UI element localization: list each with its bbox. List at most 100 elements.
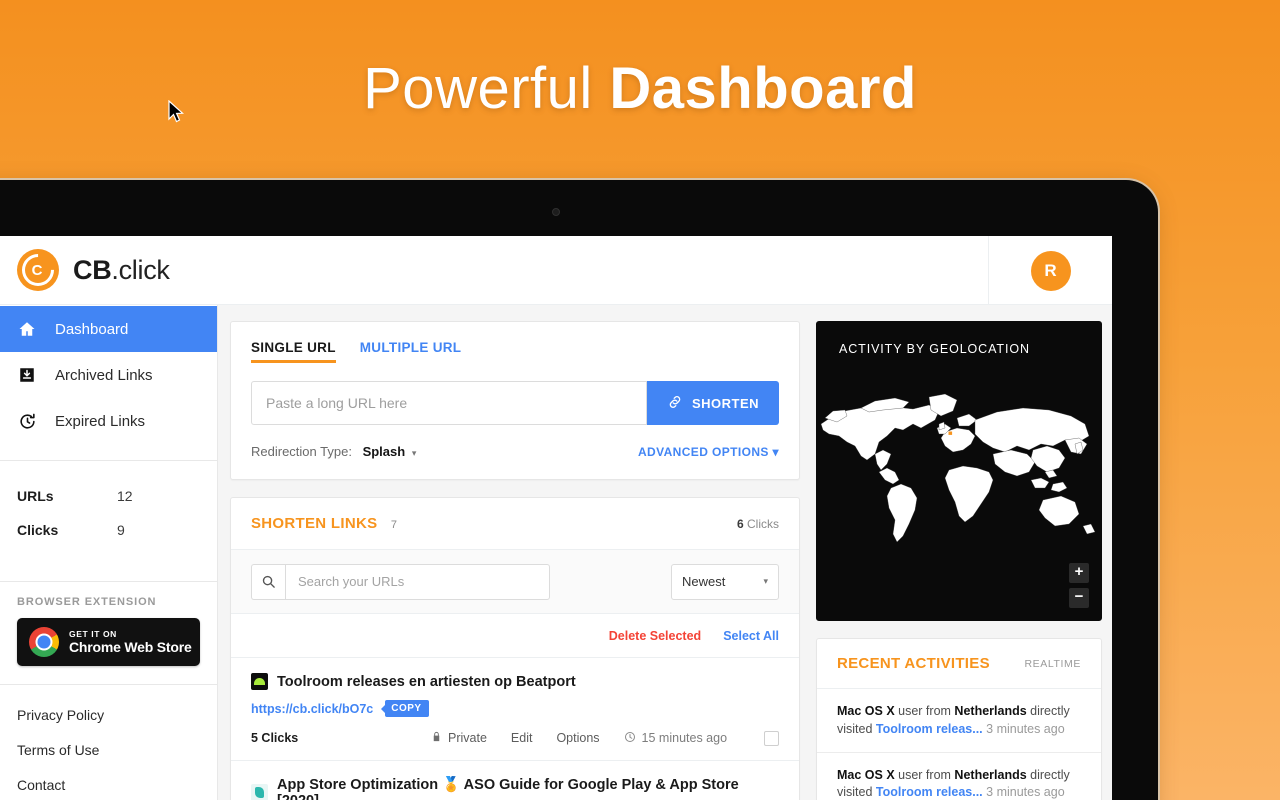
- tab-single-url[interactable]: SINGLE URL: [251, 340, 336, 363]
- footer-link-terms-of-use[interactable]: Terms of Use: [0, 732, 217, 767]
- short-url-link[interactable]: https://cb.click/bO7c: [251, 702, 373, 716]
- link-url-row: https://cb.click/bO7c COPY: [251, 700, 779, 717]
- activity-os: Mac OS X: [837, 704, 895, 718]
- stat-value: 9: [117, 522, 125, 538]
- search-field-group: [251, 563, 550, 600]
- table-row: Toolroom releases en artiesten op Beatpo…: [231, 658, 799, 761]
- redirection-type-group[interactable]: Redirection Type: Splash ▾: [251, 444, 416, 459]
- sort-dropdown[interactable]: Newest ▾: [671, 563, 779, 600]
- table-row: App Store Optimization 🏅 ASO Guide for G…: [231, 761, 799, 800]
- zoom-out-button[interactable]: −: [1069, 588, 1089, 608]
- sidebar-item-dashboard[interactable]: Dashboard: [0, 306, 217, 352]
- shorten-links-title-group: SHORTEN LINKS 7: [251, 515, 397, 533]
- long-url-input[interactable]: [251, 381, 647, 425]
- promo-headline: Powerful Dashboard: [0, 55, 1280, 122]
- zoom-in-button[interactable]: +: [1069, 563, 1089, 583]
- brand-wordmark-rest: .click: [111, 254, 170, 285]
- shorten-links-card: SHORTEN LINKS 7 6 Clicks Search your URL…: [230, 497, 800, 800]
- footer-link-privacy-policy[interactable]: Privacy Policy: [0, 697, 217, 732]
- tablet-device-frame: C CB.click R Dashboard Archived Links Ex…: [0, 178, 1160, 800]
- cb-click-logo-icon: C: [17, 249, 59, 291]
- main-left-column: SINGLE URL MULTIPLE URL Paste a long URL…: [230, 321, 800, 800]
- shorten-button-label: SHORTEN: [691, 395, 760, 411]
- total-clicks-word: Clicks: [747, 516, 779, 531]
- row-checkbox[interactable]: [764, 730, 779, 746]
- recent-activities-card: RECENT ACTIVITIES REALTIME Mac OS X user…: [816, 638, 1102, 800]
- advanced-options-label: ADVANCED OPTIONS: [637, 445, 769, 459]
- chevron-down-icon: ▾: [768, 445, 779, 459]
- brand-logo-block[interactable]: C CB.click: [0, 249, 170, 291]
- url-mode-tabs: SINGLE URL MULTIPLE URL: [251, 340, 779, 363]
- archive-icon: [17, 365, 37, 385]
- link-title[interactable]: App Store Optimization 🏅 ASO Guide for G…: [277, 776, 779, 800]
- activity-mid-text: user from: [894, 704, 955, 718]
- list-item: Mac OS X user from Netherlands directly …: [817, 751, 1101, 800]
- link-edit-button[interactable]: Edit: [511, 731, 533, 745]
- total-clicks: 6 Clicks: [737, 517, 779, 531]
- search-input[interactable]: [285, 563, 550, 600]
- chevron-down-icon: ▾: [411, 448, 417, 458]
- link-meta-row: 5 Clicks Private Edit Options 15 minutes…: [251, 730, 779, 746]
- link-title-row: App Store Optimization 🏅 ASO Guide for G…: [251, 776, 779, 800]
- link-privacy-status[interactable]: Private: [431, 730, 487, 746]
- activity-country: Netherlands: [954, 767, 1027, 782]
- activity-mid-text: user from: [894, 767, 955, 782]
- links-search-bar: Newest ▾: [231, 550, 799, 614]
- sidebar: Dashboard Archived Links Expired Links U…: [0, 305, 218, 800]
- activity-os: Mac OS X: [837, 767, 895, 782]
- promo-headline-bold: Dashboard: [609, 56, 917, 121]
- chrome-web-store-button[interactable]: GET IT ON Chrome Web Store: [17, 618, 200, 666]
- sidebar-item-label: Dashboard: [55, 320, 129, 338]
- realtime-badge: REALTIME: [1024, 657, 1081, 670]
- tab-multiple-url[interactable]: MULTIPLE URL: [360, 340, 462, 363]
- link-icon: [667, 394, 683, 413]
- chrome-icon: [29, 627, 59, 657]
- activity-link[interactable]: Toolroom releas...: [876, 785, 983, 799]
- redirection-type-value: Splash: [362, 444, 406, 459]
- link-clicks-count: 5 Clicks: [251, 731, 299, 745]
- chrome-badge-main-label: Chrome Web Store: [69, 639, 192, 655]
- copy-button[interactable]: COPY: [385, 700, 429, 717]
- stat-value: 12: [117, 488, 133, 504]
- delete-selected-button[interactable]: Delete Selected: [609, 629, 701, 643]
- page-title: SHORTEN LINKS: [251, 514, 378, 532]
- chrome-badge-small-label: GET IT ON: [69, 629, 117, 639]
- world-map[interactable]: [817, 384, 1102, 544]
- link-timestamp: 15 minutes ago: [624, 731, 727, 746]
- sidebar-item-expired-links[interactable]: Expired Links: [0, 398, 217, 444]
- activity-country: Netherlands: [954, 704, 1027, 718]
- stat-label: URLs: [17, 488, 54, 504]
- link-title[interactable]: Toolroom releases en artiesten op Beatpo…: [277, 674, 576, 690]
- link-time-label: 15 minutes ago: [641, 731, 728, 745]
- url-input-row: SHORTEN: [251, 381, 779, 425]
- promo-headline-light: Powerful: [363, 56, 610, 121]
- clock-icon: [624, 731, 636, 746]
- account-area[interactable]: R: [988, 236, 1112, 305]
- avatar[interactable]: R: [1030, 250, 1071, 291]
- advanced-options-toggle[interactable]: ADVANCED OPTIONS ▾: [638, 444, 779, 459]
- link-privacy-label: Private: [448, 731, 487, 745]
- link-title-row: Toolroom releases en artiesten op Beatpo…: [251, 673, 779, 690]
- select-all-button[interactable]: Select All: [723, 629, 779, 643]
- bulk-actions-bar: Delete Selected Select All: [231, 614, 799, 658]
- redirection-type-label: Redirection Type:: [251, 444, 352, 459]
- search-icon: [251, 563, 285, 600]
- activity-timestamp: 3 minutes ago: [986, 785, 1065, 800]
- map-title: ACTIVITY BY GEOLOCATION: [839, 342, 1030, 356]
- home-icon: [17, 319, 37, 339]
- sidebar-item-archived-links[interactable]: Archived Links: [0, 352, 217, 398]
- activity-link[interactable]: Toolroom releas...: [876, 722, 983, 736]
- link-options-button[interactable]: Options: [556, 731, 599, 745]
- sidebar-item-label: Expired Links: [55, 412, 146, 430]
- main-content: SINGLE URL MULTIPLE URL Paste a long URL…: [219, 305, 1112, 800]
- shorten-form-card: SINGLE URL MULTIPLE URL Paste a long URL…: [230, 321, 800, 480]
- beatport-favicon-icon: [251, 673, 268, 690]
- brand-wordmark-bold: CB: [73, 254, 112, 285]
- shorten-button[interactable]: SHORTEN: [647, 381, 779, 425]
- list-item: Mac OS X user from Netherlands directly …: [817, 689, 1101, 752]
- shorten-links-header: SHORTEN LINKS 7 6 Clicks: [231, 498, 799, 550]
- footer-link-contact[interactable]: Contact: [0, 767, 217, 800]
- stat-label: Clicks: [17, 522, 59, 538]
- recent-activities-header: RECENT ACTIVITIES REALTIME: [817, 639, 1101, 689]
- sidebar-footer-links: Privacy Policy Terms of Use Contact: [0, 685, 217, 800]
